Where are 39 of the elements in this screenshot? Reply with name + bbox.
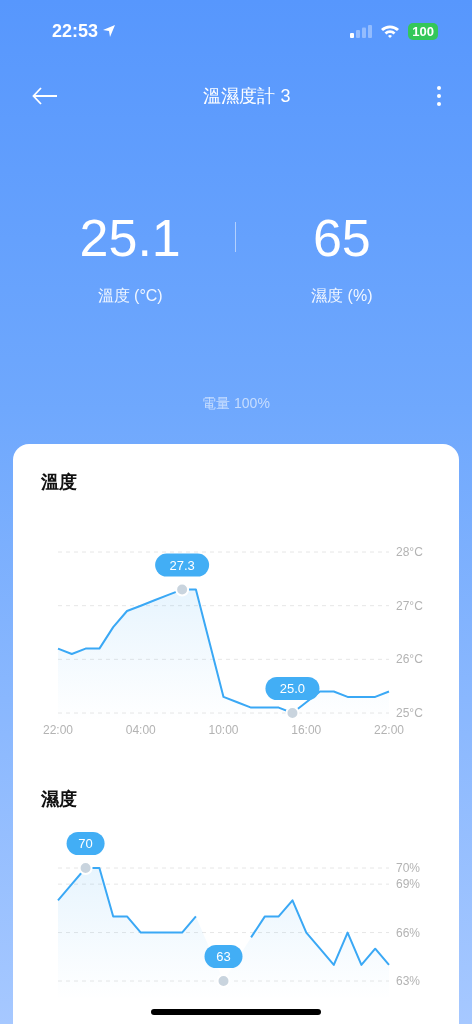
signal-icon	[350, 24, 373, 38]
value-callout: 27.3	[155, 553, 210, 577]
axis-label: 70%	[396, 861, 421, 875]
axis-label: 22:00	[374, 723, 404, 737]
axis-label: 26°C	[396, 652, 423, 667]
annotation: 27.3	[169, 557, 195, 573]
axis-label: 10:00	[208, 723, 239, 737]
axis-label: 28°C	[396, 545, 423, 559]
annotation: 63	[216, 949, 231, 964]
more-icon[interactable]	[436, 85, 442, 107]
annotation: 70	[78, 836, 93, 851]
reading-value: 25.1	[79, 210, 181, 266]
value-callout: 25.0	[265, 677, 320, 700]
chart-title: 溫度	[41, 472, 77, 492]
annotation: 25.0	[279, 681, 306, 696]
back-arrow-icon[interactable]	[32, 87, 58, 105]
reading-label: 濕度 (%)	[311, 286, 373, 306]
axis-label: 04:00	[125, 723, 156, 737]
reading-label: 溫度 (°C)	[97, 286, 163, 306]
reading-value: 65	[312, 210, 371, 266]
location-arrow-icon	[102, 24, 117, 38]
battery-level: 100	[408, 22, 438, 40]
point-marker	[175, 582, 190, 597]
value-callout: 70	[66, 832, 105, 855]
point-marker	[78, 861, 93, 875]
axis-label: 22:00	[43, 723, 73, 737]
battery-text: 電量 100%	[202, 395, 270, 411]
axis-label: 66%	[396, 925, 421, 940]
page-title: 溫濕度計 3	[203, 85, 291, 108]
wifi-icon	[380, 24, 401, 38]
axis-label: 25°C	[396, 706, 423, 720]
point-marker	[216, 974, 231, 988]
chart-title: 濕度	[41, 789, 77, 809]
axis-label: 63%	[396, 974, 421, 988]
axis-label: 27°C	[396, 598, 423, 613]
point-marker	[285, 706, 300, 720]
axis-label: 69%	[396, 877, 421, 892]
axis-label: 16:00	[291, 723, 322, 737]
status-time: 22:53	[52, 20, 99, 42]
